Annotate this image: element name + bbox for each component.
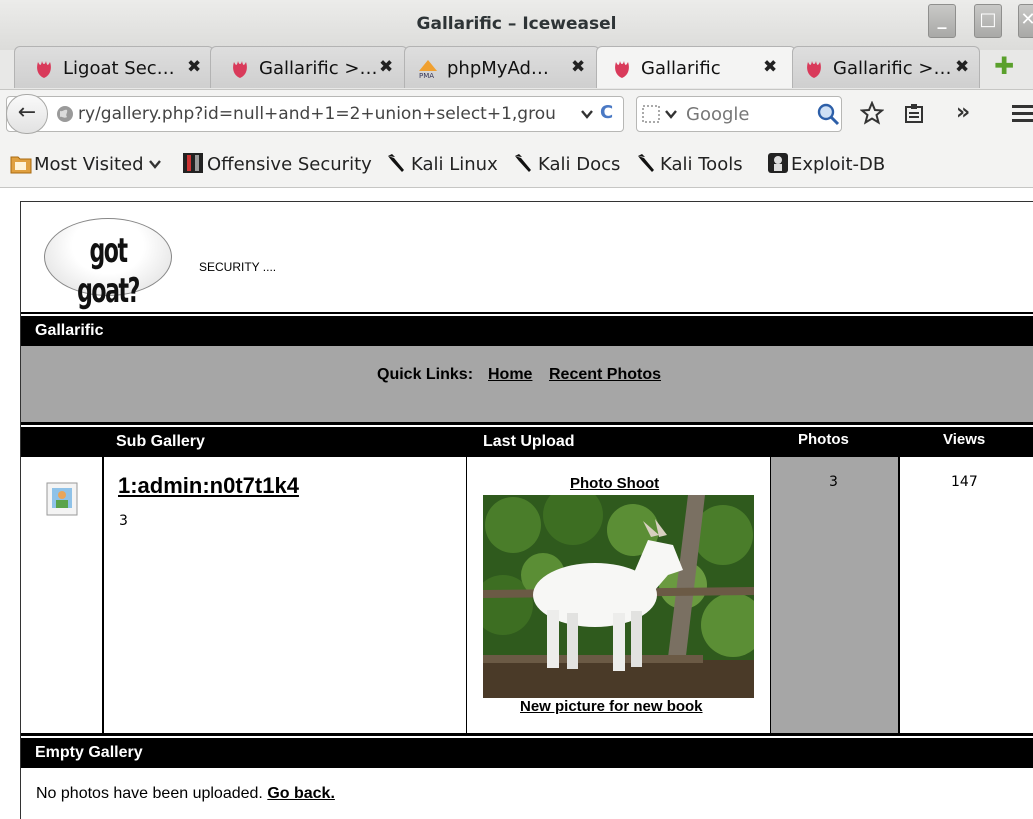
tab-close-icon[interactable]: ✖ xyxy=(187,57,201,77)
sub-gallery-link[interactable]: 1:admin:n0t7t1k4 xyxy=(118,473,299,499)
header-views: Views xyxy=(943,431,986,448)
tab-gallarific-2[interactable]: Gallarific >… ✖ xyxy=(792,46,980,88)
quick-links-panel xyxy=(21,346,1033,422)
kali-dragon-icon xyxy=(515,154,531,172)
minimize-button[interactable]: _ xyxy=(928,4,956,38)
go-back-link[interactable]: Go back. xyxy=(267,785,335,802)
svg-text:PMA: PMA xyxy=(419,72,434,79)
tab-close-icon[interactable]: ✖ xyxy=(379,57,393,77)
tab-label: Gallarific xyxy=(641,58,721,79)
divider xyxy=(21,312,1033,314)
menu-icon[interactable] xyxy=(1010,102,1033,124)
divider xyxy=(21,733,1033,736)
site-tagline: SECURITY .... xyxy=(199,260,277,274)
exploitdb-icon xyxy=(768,153,788,173)
tab-gallarific-1[interactable]: Gallarific >… ✖ xyxy=(210,46,408,88)
iceweasel-flame-icon xyxy=(615,61,629,78)
bookmark-star-icon[interactable] xyxy=(860,101,884,125)
cell-border xyxy=(466,457,467,733)
bookmark-kali-linux[interactable]: Kali Linux xyxy=(411,154,498,175)
bookmark-kali-tools[interactable]: Kali Tools xyxy=(660,154,743,175)
photo-shoot-link[interactable]: Photo Shoot xyxy=(570,475,659,492)
bookmark-kali-docs[interactable]: Kali Docs xyxy=(538,154,620,175)
tab-label: Ligoat Sec… xyxy=(63,58,175,79)
chevron-down-icon[interactable] xyxy=(148,158,162,170)
iceweasel-flame-icon xyxy=(233,61,247,78)
window-title: Gallarific – Iceweasel xyxy=(416,14,617,34)
overflow-button[interactable]: » xyxy=(956,100,970,125)
maximize-button[interactable]: □ xyxy=(974,4,1002,38)
bookmark-offensive-security[interactable]: Offensive Security xyxy=(207,154,372,175)
search-input[interactable]: Google xyxy=(686,104,749,125)
got-goat-logo[interactable]: got goat? xyxy=(44,218,172,311)
header-photos: Photos xyxy=(798,431,849,448)
new-tab-button[interactable]: ✚ xyxy=(994,52,1014,80)
phpmyadmin-icon: PMA xyxy=(419,60,437,79)
kali-dragon-icon xyxy=(638,154,654,172)
table-header-bar: Sub Gallery Last Upload Photos Views xyxy=(21,427,1033,457)
upload-caption-link[interactable]: New picture for new book xyxy=(520,698,703,715)
tab-close-icon[interactable]: ✖ xyxy=(955,57,969,77)
search-engine-icon[interactable] xyxy=(642,104,680,124)
folder-icon xyxy=(10,156,32,174)
url-text[interactable]: ry/gallery.php?id=null+and+1=2+union+sel… xyxy=(78,104,556,124)
iceweasel-flame-icon xyxy=(807,61,821,78)
tab-gallarific-active[interactable]: Gallarific ✖ xyxy=(596,46,796,88)
gallery-title: Gallarific xyxy=(35,322,104,339)
iceweasel-flame-icon xyxy=(37,61,51,78)
empty-gallery-header-bar: Empty Gallery xyxy=(21,738,1033,768)
quick-links-label: Quick Links: xyxy=(377,366,474,383)
tab-ligoat-security[interactable]: Ligoat Sec… ✖ xyxy=(14,46,214,88)
logo-text: got goat? xyxy=(77,231,140,311)
reload-icon[interactable]: C xyxy=(600,102,613,123)
views-count: 147 xyxy=(951,474,978,490)
photos-cell xyxy=(771,457,899,733)
gallery-image-icon[interactable] xyxy=(44,480,80,518)
bookmark-exploit-db[interactable]: Exploit-DB xyxy=(791,154,885,175)
photos-count: 3 xyxy=(829,474,838,490)
tab-phpmyadmin[interactable]: PMA phpMyAd… ✖ xyxy=(404,46,600,88)
tab-close-icon[interactable]: ✖ xyxy=(571,57,585,77)
reading-list-icon[interactable] xyxy=(903,102,925,124)
tab-label: Gallarific >… xyxy=(833,58,952,79)
bookmark-most-visited[interactable]: Most Visited xyxy=(34,154,144,175)
search-icon[interactable] xyxy=(816,102,840,126)
tab-label: phpMyAd… xyxy=(447,58,549,79)
link-home[interactable]: Home xyxy=(488,366,532,384)
globe-icon xyxy=(57,106,73,122)
header-sub-gallery: Sub Gallery xyxy=(116,433,205,450)
kali-dragon-icon xyxy=(388,154,404,172)
empty-gallery-title: Empty Gallery xyxy=(35,744,143,761)
tab-label: Gallarific >… xyxy=(259,58,378,79)
chevron-down-icon[interactable] xyxy=(580,108,594,120)
cell-border xyxy=(770,457,771,733)
cell-border xyxy=(898,457,900,733)
sub-gallery-count: 3 xyxy=(119,513,128,529)
cell-border xyxy=(102,457,104,733)
empty-message-text: No photos have been uploaded. xyxy=(36,785,263,802)
link-recent-photos[interactable]: Recent Photos xyxy=(549,366,661,384)
back-button[interactable]: ← xyxy=(6,94,48,134)
divider xyxy=(21,422,1033,425)
tab-close-icon[interactable]: ✖ xyxy=(763,57,777,77)
header-last-upload: Last Upload xyxy=(483,433,575,450)
goat-photo[interactable] xyxy=(483,495,754,698)
empty-message: No photos have been uploaded. Go back. xyxy=(36,785,335,803)
close-window-button[interactable]: ✕ xyxy=(1018,4,1033,38)
offsec-icon xyxy=(183,153,203,173)
gallery-header-bar: Gallarific xyxy=(21,316,1033,346)
